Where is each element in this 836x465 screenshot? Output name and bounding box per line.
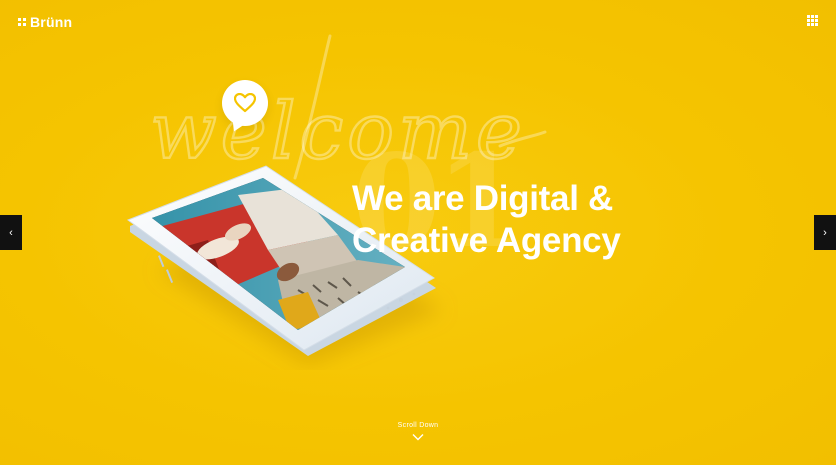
headline-line-1: We are Digital & — [352, 179, 614, 218]
heart-bubble — [222, 80, 268, 126]
headline-line-2: Creative Agency — [352, 221, 621, 260]
hero-headline: We are Digital & Creative Agency — [352, 178, 621, 262]
heart-icon — [234, 93, 256, 113]
prev-slide-button[interactable]: ‹ — [0, 215, 22, 250]
brand-logo[interactable]: Brünn — [18, 14, 72, 30]
scroll-down-label: Scroll Down — [397, 422, 439, 429]
chevron-right-icon: › — [823, 226, 827, 239]
next-slide-button[interactable]: › — [814, 215, 836, 250]
chevron-left-icon: ‹ — [9, 226, 13, 239]
scroll-down-button[interactable]: Scroll Down — [0, 422, 836, 441]
dots-logo-icon — [18, 18, 26, 26]
grid-menu-icon[interactable] — [807, 15, 818, 26]
hero-stage: Brünn welcome 01 We are Digital & Creati… — [0, 0, 836, 465]
brand-name: Brünn — [30, 14, 73, 30]
chevron-down-icon — [412, 434, 424, 441]
